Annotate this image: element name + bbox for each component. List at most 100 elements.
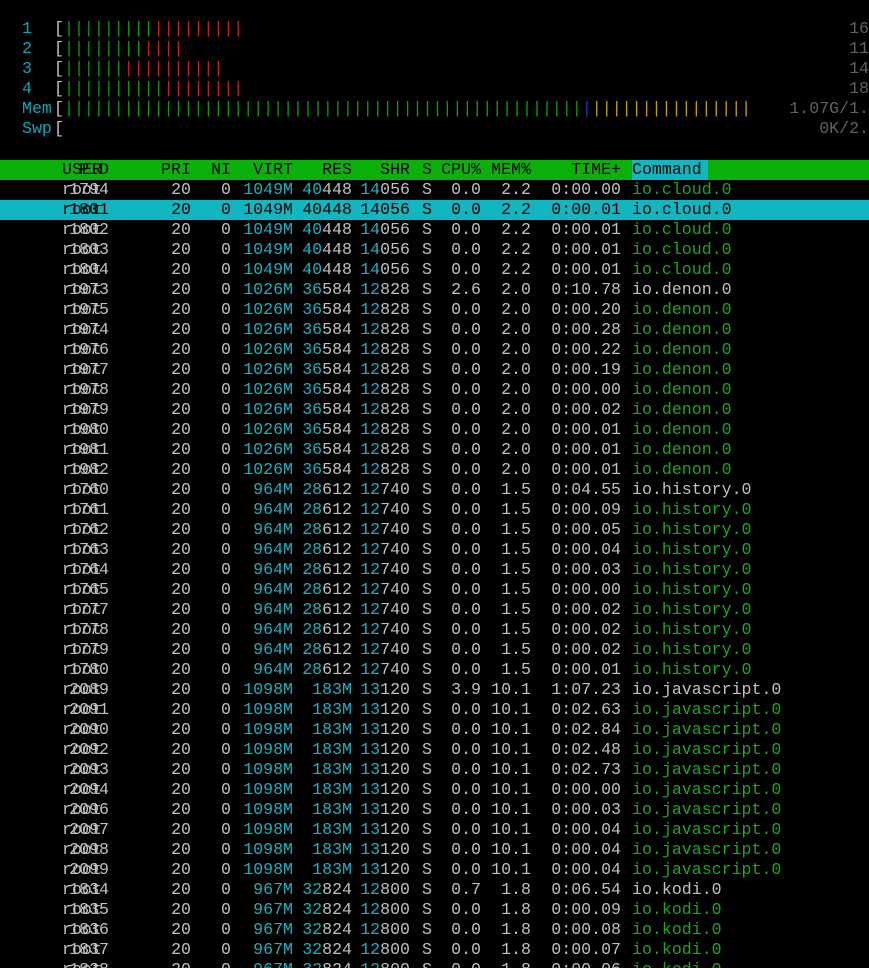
table-row[interactable]: 1976 root 20 0 1026M 36584 12828 S 0.0 2.0 0:00.22… — [0, 340, 869, 360]
res-cell-high: 28 — [302, 580, 323, 599]
mem-cell: 2.2 — [501, 240, 531, 259]
table-row[interactable]: 2089 root 20 0 1098M 183M 13120 S 3.9 10.1 1:07.23… — [0, 680, 869, 700]
table-row[interactable]: 1977 root 20 0 1026M 36584 12828 S 0.0 2.0 0:00.19… — [0, 360, 869, 380]
virt-cell: 1098M — [243, 720, 293, 739]
table-row[interactable]: 2090 root 20 0 1098M 183M 13120 S 0.0 10.1 0:02.84… — [0, 720, 869, 740]
table-row[interactable]: 2091 root 20 0 1098M 183M 13120 S 0.0 10.1 0:02.63… — [0, 700, 869, 720]
priority-cell: 20 — [171, 640, 191, 659]
cpu-cell: 0.0 — [451, 840, 481, 859]
res-cell: 183M — [312, 740, 352, 759]
shr-cell-low: 828 — [380, 380, 410, 399]
res-cell-high: 28 — [302, 520, 323, 539]
shr-cell-high: 12 — [360, 880, 381, 899]
shr-cell-high: 14 — [360, 220, 381, 239]
table-row[interactable]: 2097 root 20 0 1098M 183M 13120 S 0.0 10.1 0:00.04… — [0, 820, 869, 840]
table-row[interactable]: 2099 root 20 0 1098M 183M 13120 S 0.0 10.1 0:00.04… — [0, 860, 869, 880]
res-cell-low: 584 — [322, 340, 352, 359]
table-row[interactable]: 1837 root 20 0 967M 32824 12800 S 0.0 1.8 0:00.07 i… — [0, 940, 869, 960]
priority-cell: 20 — [171, 680, 191, 699]
table-row[interactable]: 1777 root 20 0 964M 28612 12740 S 0.0 1.5 0:00.02 i… — [0, 600, 869, 620]
res-cell: 40448 — [302, 220, 352, 240]
header-ni[interactable]: NI — [211, 160, 231, 180]
table-row[interactable]: 1973 root 20 0 1026M 36584 12828 S 2.6 2.0 0:10.78… — [0, 280, 869, 300]
table-row[interactable]: 1836 root 20 0 967M 32824 12800 S 0.0 1.8 0:00.08 i… — [0, 920, 869, 940]
table-row[interactable]: 1765 root 20 0 964M 28612 12740 S 0.0 1.5 0:00.00 i… — [0, 580, 869, 600]
user-cell: root — [62, 340, 102, 359]
header-virt[interactable]: VIRT — [253, 160, 293, 180]
nice-cell: 0 — [221, 260, 231, 279]
table-row[interactable]: 2098 root 20 0 1098M 183M 13120 S 0.0 10.1 0:00.04… — [0, 840, 869, 860]
shr-cell: 12740 — [360, 620, 410, 640]
cpu-cell: 0.0 — [451, 520, 481, 539]
table-row[interactable]: 1778 root 20 0 964M 28612 12740 S 0.0 1.5 0:00.02 i… — [0, 620, 869, 640]
command-cell: io.kodi.0 — [632, 960, 722, 968]
res-cell: 36584 — [302, 360, 352, 380]
header-time[interactable]: TIME+ — [571, 160, 621, 180]
table-row[interactable]: 1978 root 20 0 1026M 36584 12828 S 0.0 2.0 0:00.00… — [0, 380, 869, 400]
shr-cell: 13120 — [360, 780, 410, 800]
mem-cell: 2.0 — [501, 380, 531, 399]
table-row[interactable]: 2093 root 20 0 1098M 183M 13120 S 0.0 10.1 0:02.73… — [0, 760, 869, 780]
nice-cell: 0 — [221, 800, 231, 819]
table-row[interactable]: 1838root200967M3282412800S0.01.80:00.06i… — [0, 960, 869, 968]
table-row[interactable]: 1762 root 20 0 964M 28612 12740 S 0.0 1.5 0:00.05 i… — [0, 520, 869, 540]
table-row[interactable]: 1801 root 20 0 1049M 40448 14056 S 0.0 2.2 0:00.01… — [0, 200, 869, 220]
cpu-cell: 0.0 — [451, 420, 481, 439]
meter-value: 14 — [849, 59, 869, 78]
header-shr[interactable]: SHR — [380, 160, 410, 180]
user-cell: root — [62, 660, 102, 679]
meter-label: 1 — [22, 19, 32, 38]
res-cell: 32824 — [302, 900, 352, 920]
header-user[interactable]: USER — [62, 160, 102, 180]
command-cell: io.javascript.0 — [632, 800, 782, 819]
header-res[interactable]: RES — [322, 160, 352, 180]
shr-cell: 13120 — [360, 840, 410, 860]
virt-cell: 1026M — [243, 340, 293, 359]
state-cell: S — [422, 540, 432, 559]
table-row[interactable]: 1974 root 20 0 1026M 36584 12828 S 0.0 2.0 0:00.28… — [0, 320, 869, 340]
table-row[interactable]: 1779 root 20 0 964M 28612 12740 S 0.0 1.5 0:00.02 i… — [0, 640, 869, 660]
shr-cell-low: 120 — [380, 860, 410, 879]
table-row[interactable]: 1763 root 20 0 964M 28612 12740 S 0.0 1.5 0:00.04 i… — [0, 540, 869, 560]
table-row[interactable]: 1981 root 20 0 1026M 36584 12828 S 0.0 2.0 0:00.01… — [0, 440, 869, 460]
table-row[interactable]: 1760 root 20 0 964M 28612 12740 S 0.0 1.5 0:04.55 i… — [0, 480, 869, 500]
res-cell-low: 584 — [322, 400, 352, 419]
table-header[interactable]: PID USER PRI NI VIRT RES SHR S CPU% MEM%… — [0, 160, 869, 180]
meter-mem: Mem[||||||||||||||||||||||||||||||||||||… — [0, 99, 869, 119]
nice-cell: 0 — [221, 920, 231, 939]
table-row[interactable]: 1794 root 20 0 1049M 40448 14056 S 0.0 2.2 0:00.00… — [0, 180, 869, 200]
shr-cell-high: 13 — [360, 760, 381, 779]
priority-cell: 20 — [171, 780, 191, 799]
table-row[interactable]: 1803 root 20 0 1049M 40448 14056 S 0.0 2.2 0:00.01… — [0, 240, 869, 260]
table-row[interactable]: 1975 root 20 0 1026M 36584 12828 S 0.0 2.0 0:00.20… — [0, 300, 869, 320]
table-row[interactable]: 1982 root 20 0 1026M 36584 12828 S 0.0 2.0 0:00.01… — [0, 460, 869, 480]
shr-cell-high: 12 — [360, 540, 381, 559]
time-cell: 0:00.02 — [551, 620, 621, 639]
state-cell: S — [422, 420, 432, 439]
virt-cell: 1026M — [243, 420, 293, 439]
table-row[interactable]: 1804 root 20 0 1049M 40448 14056 S 0.0 2.2 0:00.01… — [0, 260, 869, 280]
table-row[interactable]: 1980 root 20 0 1026M 36584 12828 S 0.0 2.0 0:00.01… — [0, 420, 869, 440]
header-command[interactable]: Command — [632, 160, 708, 180]
table-row[interactable]: 1834 root 20 0 967M 32824 12800 S 0.7 1.8 0:06.54 i… — [0, 880, 869, 900]
header-mem[interactable]: MEM% — [491, 160, 531, 180]
meter-label: 2 — [22, 39, 32, 58]
header-pri[interactable]: PRI — [161, 160, 191, 180]
table-row[interactable]: 1979 root 20 0 1026M 36584 12828 S 0.0 2.0 0:00.02… — [0, 400, 869, 420]
table-row[interactable]: 2094 root 20 0 1098M 183M 13120 S 0.0 10.1 0:00.00… — [0, 780, 869, 800]
table-row[interactable]: 2092 root 20 0 1098M 183M 13120 S 0.0 10.1 0:02.48… — [0, 740, 869, 760]
user-cell: root — [62, 560, 102, 579]
table-row[interactable]: 1761 root 20 0 964M 28612 12740 S 0.0 1.5 0:00.09 i… — [0, 500, 869, 520]
nice-cell: 0 — [221, 860, 231, 879]
header-cpu[interactable]: CPU% — [441, 160, 481, 180]
table-row[interactable]: 1835 root 20 0 967M 32824 12800 S 0.0 1.8 0:00.09 i… — [0, 900, 869, 920]
priority-cell: 20 — [171, 480, 191, 499]
time-cell: 0:00.20 — [551, 300, 621, 319]
table-row[interactable]: 1802 root 20 0 1049M 40448 14056 S 0.0 2.2 0:00.01… — [0, 220, 869, 240]
cpu-cell: 0.0 — [451, 240, 481, 259]
table-row[interactable]: 1764 root 20 0 964M 28612 12740 S 0.0 1.5 0:00.03 i… — [0, 560, 869, 580]
table-row[interactable]: 1780 root 20 0 964M 28612 12740 S 0.0 1.5 0:00.01 i… — [0, 660, 869, 680]
header-state[interactable]: S — [422, 160, 432, 180]
table-row[interactable]: 2096 root 20 0 1098M 183M 13120 S 0.0 10.1 0:00.03… — [0, 800, 869, 820]
state-cell: S — [422, 960, 432, 968]
